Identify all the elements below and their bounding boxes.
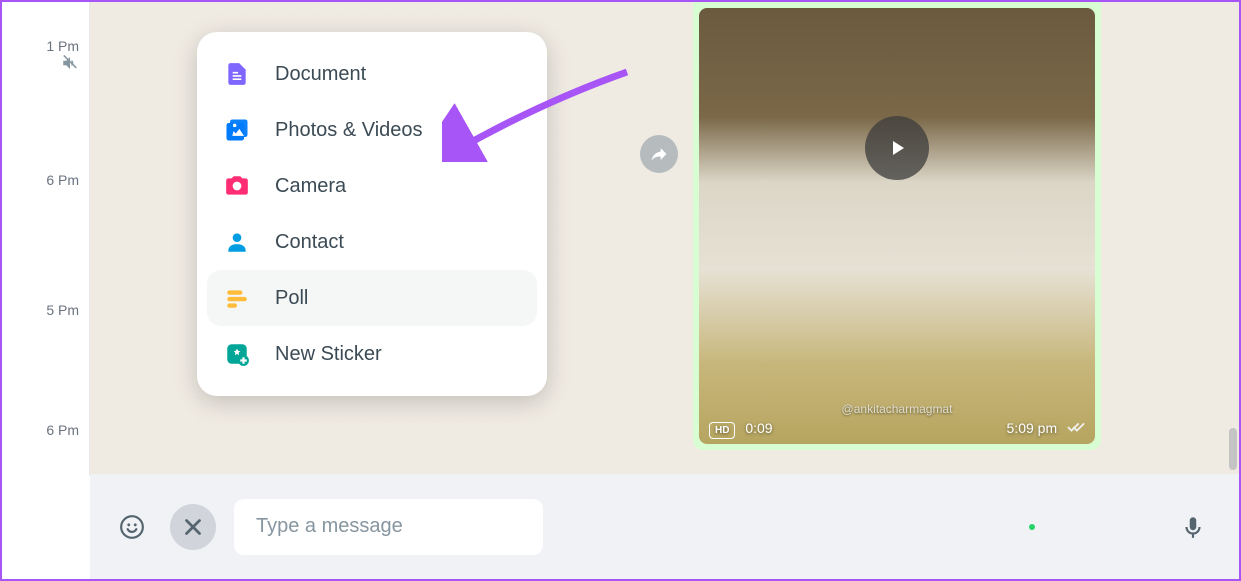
contact-icon	[223, 228, 251, 256]
play-icon	[885, 136, 909, 160]
camera-icon	[223, 172, 251, 200]
microphone-icon	[1180, 514, 1206, 540]
chat-time: 6 Pm	[46, 172, 79, 188]
read-ticks-icon	[1067, 421, 1085, 433]
voice-message-button[interactable]	[1173, 507, 1213, 547]
video-meta-right: 5:09 pm	[1007, 420, 1085, 436]
close-icon	[180, 514, 206, 540]
menu-label: New Sticker	[275, 343, 382, 366]
emoji-icon	[119, 514, 145, 540]
video-meta-left: HD 0:09	[709, 420, 773, 436]
video-handle-overlay: @ankitacharmagmat	[842, 402, 953, 416]
attachment-menu: Document Photos & Videos Camera Contact …	[197, 32, 547, 396]
video-thumbnail[interactable]: @ankitacharmagmat HD 0:09 5:09 pm	[699, 8, 1095, 444]
chat-list-sidebar: 1 Pm 6 Pm 5 Pm 6 Pm	[2, 2, 90, 476]
attach-document[interactable]: Document	[207, 46, 537, 102]
chat-list-item[interactable]: 5 Pm	[46, 302, 79, 318]
attach-new-sticker[interactable]: New Sticker	[207, 326, 537, 382]
document-icon	[223, 60, 251, 88]
outgoing-video-message[interactable]: @ankitacharmagmat HD 0:09 5:09 pm	[693, 2, 1101, 450]
attach-photos-videos[interactable]: Photos & Videos	[207, 102, 537, 158]
chat-list-item[interactable]: 1 Pm	[46, 38, 79, 75]
menu-label: Document	[275, 63, 366, 86]
forward-button[interactable]	[640, 135, 678, 173]
composer	[90, 474, 1239, 579]
attach-contact[interactable]: Contact	[207, 214, 537, 270]
menu-label: Poll	[275, 287, 308, 310]
chat-list-item[interactable]: 6 Pm	[46, 172, 79, 188]
typing-indicator-dot	[1029, 524, 1035, 530]
muted-icon	[61, 54, 79, 72]
attach-button[interactable]	[170, 504, 216, 550]
message-time: 5:09 pm	[1007, 420, 1058, 436]
chat-time: 1 Pm	[46, 38, 79, 54]
chat-time: 5 Pm	[46, 302, 79, 318]
photos-videos-icon	[223, 116, 251, 144]
video-footer: HD 0:09 5:09 pm	[709, 420, 1085, 436]
poll-icon	[223, 284, 251, 312]
video-duration: 0:09	[745, 420, 772, 436]
scrollbar-thumb[interactable]	[1229, 428, 1237, 470]
attach-poll[interactable]: Poll	[207, 270, 537, 326]
menu-label: Photos & Videos	[275, 119, 423, 142]
message-input[interactable]	[234, 499, 543, 555]
attach-camera[interactable]: Camera	[207, 158, 537, 214]
emoji-button[interactable]	[112, 507, 152, 547]
menu-label: Camera	[275, 175, 346, 198]
chat-list-item[interactable]: 6 Pm	[46, 422, 79, 438]
forward-icon	[649, 144, 669, 164]
hd-badge: HD	[709, 422, 735, 439]
play-button[interactable]	[865, 116, 929, 180]
new-sticker-icon	[223, 340, 251, 368]
chat-time: 6 Pm	[46, 422, 79, 438]
menu-label: Contact	[275, 231, 344, 254]
